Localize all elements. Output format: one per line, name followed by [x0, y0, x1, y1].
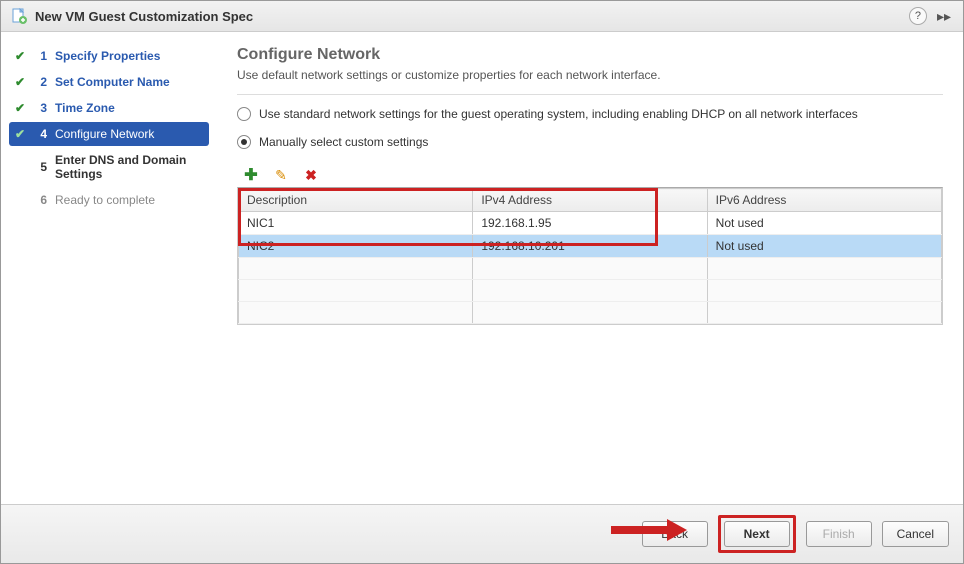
table-row[interactable]: NIC1 192.168.1.95 Not used: [239, 212, 942, 235]
radio-icon: [237, 107, 251, 121]
cancel-button[interactable]: Cancel: [882, 521, 949, 547]
check-icon: [13, 75, 27, 89]
table-row-empty: [239, 258, 942, 280]
pencil-icon: ✎: [275, 167, 287, 184]
nic-table: Description IPv4 Address IPv6 Address NI…: [238, 188, 942, 324]
radio-standard-settings[interactable]: Use standard network settings for the gu…: [237, 107, 943, 121]
nic-toolbar: ✚ ✎ ✖: [237, 163, 943, 187]
table-row-empty: [239, 302, 942, 324]
step-configure-network[interactable]: 4 Configure Network: [9, 122, 209, 146]
nic-table-container: Description IPv4 Address IPv6 Address NI…: [237, 187, 943, 325]
finish-button: Finish: [806, 521, 872, 547]
col-ipv6[interactable]: IPv6 Address: [707, 189, 941, 212]
col-description[interactable]: Description: [239, 189, 473, 212]
footer: Back Next Finish Cancel: [1, 504, 963, 563]
titlebar: New VM Guest Customization Spec ? ▸▸: [1, 1, 963, 32]
page-heading: Configure Network: [237, 46, 943, 64]
new-spec-icon: [11, 8, 27, 24]
delete-button[interactable]: ✖: [303, 167, 319, 183]
check-icon: [13, 101, 27, 115]
edit-button[interactable]: ✎: [273, 167, 289, 183]
plus-icon: ✚: [244, 165, 257, 185]
radio-selected-icon: [237, 135, 251, 149]
table-row-empty: [239, 280, 942, 302]
wizard-sidebar: 1 Specify Properties 2 Set Computer Name…: [1, 32, 217, 504]
close-icon: ✖: [305, 167, 317, 184]
step-specify-properties[interactable]: 1 Specify Properties: [1, 44, 217, 68]
check-icon: [13, 127, 27, 141]
table-row[interactable]: NIC2 192.168.10.201 Not used: [239, 235, 942, 258]
step-ready-complete: 6 Ready to complete: [1, 188, 217, 212]
check-icon: [13, 49, 27, 63]
next-button[interactable]: Next: [724, 521, 790, 547]
radio-manual-settings[interactable]: Manually select custom settings: [237, 135, 943, 149]
expand-icon[interactable]: ▸▸: [935, 8, 953, 25]
divider: [237, 94, 943, 95]
page-subtitle: Use default network settings or customiz…: [237, 68, 943, 82]
annotation-arrow: [611, 523, 691, 537]
step-time-zone[interactable]: 3 Time Zone: [1, 96, 217, 120]
annotation-highlight-next: Next: [718, 515, 796, 553]
step-dns-domain: 5 Enter DNS and Domain Settings: [1, 148, 217, 186]
col-ipv4[interactable]: IPv4 Address: [473, 189, 707, 212]
content-panel: Configure Network Use default network se…: [217, 32, 963, 504]
step-set-computer-name[interactable]: 2 Set Computer Name: [1, 70, 217, 94]
window-title: New VM Guest Customization Spec: [35, 9, 901, 24]
add-button[interactable]: ✚: [243, 167, 259, 183]
help-icon[interactable]: ?: [909, 7, 927, 25]
